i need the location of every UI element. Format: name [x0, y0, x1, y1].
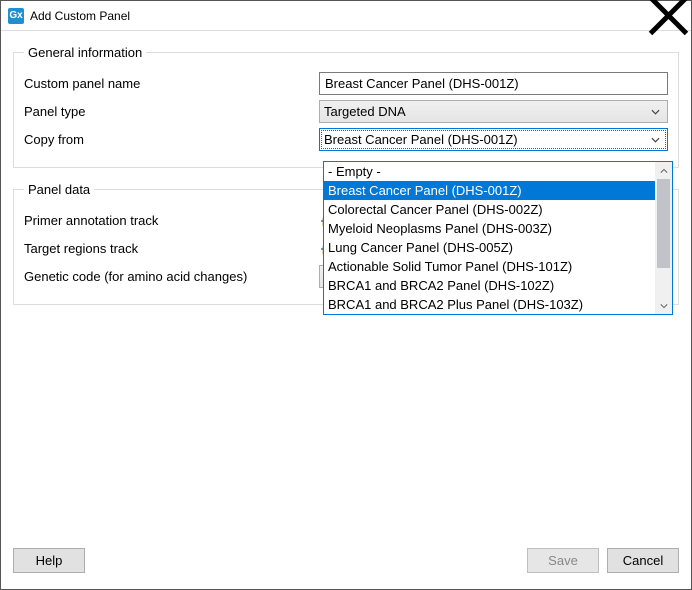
dialog-footer: Help Save Cancel: [1, 541, 691, 589]
save-button[interactable]: Save: [527, 548, 599, 573]
panel-type-select[interactable]: Targeted DNA: [319, 100, 668, 123]
group-general-information: General information Custom panel name Pa…: [13, 45, 679, 168]
dropdown-item[interactable]: Colorectal Cancer Panel (DHS-002Z): [324, 200, 655, 219]
dropdown-item[interactable]: BRCA1 and BRCA2 Plus Panel (DHS-103Z): [324, 295, 655, 314]
label-copy-from: Copy from: [24, 132, 319, 147]
window-title: Add Custom Panel: [30, 9, 646, 23]
group-legend-general: General information: [24, 45, 146, 60]
chevron-down-icon: [660, 303, 668, 309]
panel-name-input[interactable]: [319, 72, 668, 95]
dropdown-item[interactable]: Myeloid Neoplasms Panel (DHS-003Z): [324, 219, 655, 238]
label-genetic-code: Genetic code (for amino acid changes): [24, 269, 319, 284]
copy-from-value: Breast Cancer Panel (DHS-001Z): [324, 132, 647, 147]
label-primer-track: Primer annotation track: [24, 213, 319, 228]
dropdown-item[interactable]: Actionable Solid Tumor Panel (DHS-101Z): [324, 257, 655, 276]
panel-type-value: Targeted DNA: [324, 104, 647, 119]
dropdown-list: - Empty -Breast Cancer Panel (DHS-001Z)C…: [324, 162, 655, 314]
dialog-body: General information Custom panel name Pa…: [1, 31, 691, 541]
dropdown-item[interactable]: BRCA1 and BRCA2 Panel (DHS-102Z): [324, 276, 655, 295]
cancel-button[interactable]: Cancel: [607, 548, 679, 573]
close-button[interactable]: [646, 1, 691, 30]
help-button[interactable]: Help: [13, 548, 85, 573]
dropdown-item[interactable]: - Empty -: [324, 162, 655, 181]
dialog-window: Gx Add Custom Panel General information …: [0, 0, 692, 590]
dropdown-item[interactable]: Lung Cancer Panel (DHS-005Z): [324, 238, 655, 257]
scroll-up-button[interactable]: [655, 162, 672, 179]
group-legend-panel-data: Panel data: [24, 182, 94, 197]
dropdown-item[interactable]: Breast Cancer Panel (DHS-001Z): [324, 181, 655, 200]
chevron-up-icon: [660, 168, 668, 174]
label-panel-type: Panel type: [24, 104, 319, 119]
scroll-down-button[interactable]: [655, 297, 672, 314]
row-copy-from: Copy from Breast Cancer Panel (DHS-001Z): [24, 127, 668, 152]
label-target-track: Target regions track: [24, 241, 319, 256]
chevron-down-icon: [647, 109, 663, 115]
copy-from-dropdown: - Empty -Breast Cancer Panel (DHS-001Z)C…: [323, 161, 673, 315]
label-panel-name: Custom panel name: [24, 76, 319, 91]
title-bar: Gx Add Custom Panel: [1, 1, 691, 31]
dropdown-scrollbar[interactable]: [655, 162, 672, 314]
app-icon: Gx: [8, 8, 24, 24]
copy-from-select[interactable]: Breast Cancer Panel (DHS-001Z): [319, 128, 668, 151]
row-panel-name: Custom panel name: [24, 71, 668, 96]
row-panel-type: Panel type Targeted DNA: [24, 99, 668, 124]
scrollbar-thumb[interactable]: [657, 179, 670, 268]
scrollbar-track[interactable]: [655, 179, 672, 297]
chevron-down-icon: [647, 137, 663, 143]
